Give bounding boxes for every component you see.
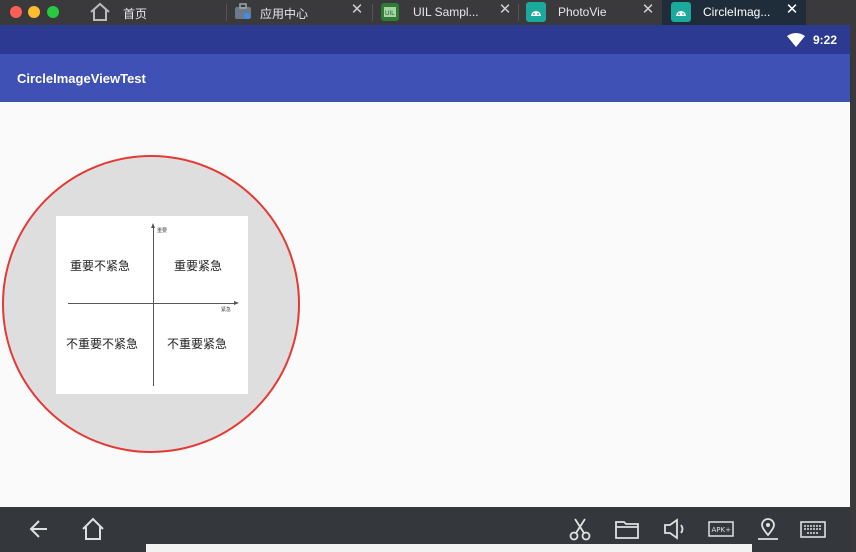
quadrant-label-bottom-left: 不重要不紧急 <box>66 337 139 351</box>
home-icon[interactable] <box>80 516 106 542</box>
back-icon[interactable] <box>27 516 53 542</box>
tab-photoview[interactable]: PhotoVie ✕ <box>518 0 662 25</box>
close-icon[interactable]: ✕ <box>641 2 655 17</box>
window-close-dot[interactable] <box>10 6 22 18</box>
tab-circleimageview[interactable]: CircleImag... ✕ <box>662 0 806 25</box>
tab-label: PhotoVie <box>558 5 607 19</box>
tab-uil-sample[interactable]: UIL UIL Sampl... ✕ <box>372 0 518 25</box>
android-icon <box>526 2 546 22</box>
home-tab-icon[interactable] <box>89 2 111 22</box>
tab-label: UIL Sampl... <box>413 5 479 19</box>
home-tab-label[interactable]: 首页 <box>123 5 147 22</box>
window-edge <box>850 25 856 552</box>
tab-separator <box>372 4 373 21</box>
location-icon[interactable] <box>755 516 781 542</box>
close-icon[interactable]: ✕ <box>785 2 799 17</box>
keyboard-icon[interactable] <box>800 516 826 542</box>
window-zoom-dot[interactable] <box>47 6 59 18</box>
x-axis-label: 紧急 <box>221 307 232 313</box>
browser-tab-bar: 首页 应用中心 ✕ UIL UIL Sampl... ✕ PhotoVie ✕ … <box>0 0 856 25</box>
arrow-up-icon <box>151 223 155 228</box>
circle-image-view[interactable]: 重要 紧急 重要不紧急 重要紧急 不重要不紧急 不重要紧急 <box>2 155 300 453</box>
tab-separator <box>226 4 227 21</box>
quadrant-label-bottom-right: 不重要紧急 <box>167 337 228 351</box>
window-minimize-dot[interactable] <box>28 6 40 18</box>
quadrant-label-top-left: 重要不紧急 <box>70 259 131 273</box>
apk-install-icon[interactable]: APK+ <box>708 516 734 542</box>
app-bar: CircleImageViewTest <box>0 54 850 102</box>
tab-app-center[interactable]: 应用中心 ✕ <box>226 0 372 25</box>
tab-separator <box>518 4 519 21</box>
app-center-icon <box>233 2 253 22</box>
background-text-fragment <box>226 544 326 552</box>
arrow-right-icon <box>234 301 239 305</box>
screenshot-cut-icon[interactable] <box>567 516 593 542</box>
tab-label: CircleImag... <box>703 5 771 19</box>
priority-matrix-image: 重要 紧急 重要不紧急 重要紧急 不重要不紧急 不重要紧急 <box>56 216 248 394</box>
close-icon[interactable]: ✕ <box>498 2 512 17</box>
volume-icon[interactable] <box>662 516 688 542</box>
svg-text:UIL: UIL <box>385 10 395 17</box>
apk-label: APK+ <box>712 526 732 534</box>
content-area: 重要 紧急 重要不紧急 重要紧急 不重要不紧急 不重要紧急 <box>0 102 850 507</box>
wifi-icon <box>787 33 805 47</box>
status-bar: 9:22 <box>0 25 850 54</box>
status-time: 9:22 <box>813 33 838 47</box>
app-title: CircleImageViewTest <box>17 71 146 86</box>
horizontal-axis <box>68 303 236 304</box>
quadrant-label-top-right: 重要紧急 <box>174 259 223 273</box>
close-icon[interactable]: ✕ <box>350 2 364 17</box>
y-axis-label: 重要 <box>157 228 168 234</box>
tab-label: 应用中心 <box>260 7 309 21</box>
uil-app-icon: UIL <box>380 2 400 22</box>
android-icon <box>671 2 691 22</box>
folder-icon[interactable] <box>614 516 640 542</box>
vertical-axis <box>153 226 154 386</box>
background-window-strip <box>146 544 752 552</box>
